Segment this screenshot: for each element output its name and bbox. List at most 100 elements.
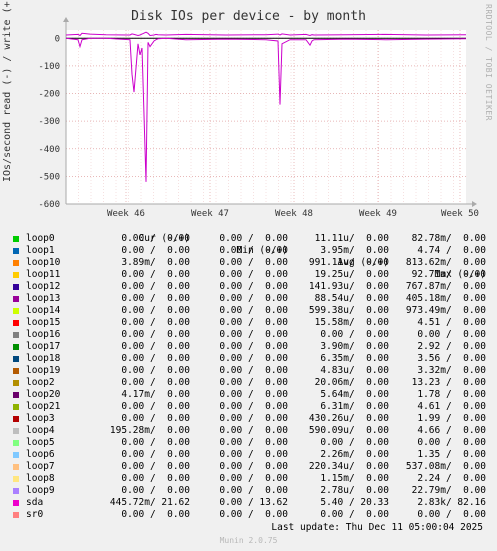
- legend-avg-value: 88.54u/ 0.00: [314, 293, 389, 304]
- legend-row: loop2 0.00 / 0.00 0.00 / 0.00 20.06m/ 0.00 1…: [12, 377, 492, 389]
- legend-swatch: [13, 320, 19, 326]
- legend-device-name: loop2: [26, 377, 55, 388]
- legend-min-value: 0.00 / 0.00: [219, 485, 288, 496]
- legend-max-value: 2.24 / 0.00: [417, 473, 486, 484]
- legend-max-value: 4.66 / 0.00: [417, 425, 486, 436]
- y-tick-label: -400: [38, 145, 60, 155]
- legend-avg-value: 6.31m/ 0.00: [320, 401, 389, 412]
- legend-device-name: loop16: [26, 329, 61, 340]
- y-tick-label: -300: [38, 117, 60, 127]
- legend-avg-value: 590.09u/ 0.00: [308, 425, 389, 436]
- legend-max-value: 4.61 / 0.00: [417, 401, 486, 412]
- legend-device-name: loop14: [26, 305, 61, 316]
- legend-device-name: loop17: [26, 341, 61, 352]
- legend-swatch: [13, 476, 19, 482]
- legend-cur-value: 0.00 / 0.00: [121, 485, 190, 496]
- legend-min-value: 0.00 / 0.00: [219, 473, 288, 484]
- legend-max-value: 0.00 / 0.00: [417, 437, 486, 448]
- x-tick-label: Week 47: [191, 209, 229, 219]
- legend-min-value: 0.00 / 0.00: [219, 353, 288, 364]
- legend-cur-value: 0.00 / 0.00: [121, 329, 190, 340]
- legend-device-name: loop0: [26, 233, 55, 244]
- legend-row: sr0 0.00 / 0.00 0.00 / 0.00 0.00 / 0.00 0.00…: [12, 509, 492, 521]
- munin-version-footer: Munin 2.0.75: [219, 536, 278, 545]
- legend-avg-value: 220.34u/ 0.00: [308, 461, 389, 472]
- legend-device-name: loop21: [26, 401, 61, 412]
- legend-device-name: sda: [26, 497, 44, 508]
- legend-row: loop15 0.00 / 0.00 0.00 / 0.00 15.58m/ 0.00…: [12, 317, 492, 329]
- legend-max-value: 0.00 / 0.00: [417, 329, 486, 340]
- legend-min-value: 0.00 / 0.00: [219, 245, 288, 256]
- legend-avg-value: 0.00 / 0.00: [320, 509, 389, 520]
- legend-row: loop10 3.89m/ 0.00 0.00 / 0.00 991.11u/ 0.0…: [12, 257, 492, 269]
- legend-avg-value: 141.93u/ 0.00: [308, 281, 389, 292]
- legend-header: Cur (-/+) Min (-/+) Avg (-/+) Max (-/+): [12, 221, 492, 280]
- legend-device-name: loop1: [26, 245, 55, 256]
- legend-cur-value: 0.00 / 0.00: [121, 293, 190, 304]
- legend-swatch: [13, 380, 19, 386]
- legend-device-name: loop20: [26, 389, 61, 400]
- legend-avg-value: 991.11u/ 0.00: [308, 257, 389, 268]
- legend-cur-value: 0.00 / 0.00: [121, 437, 190, 448]
- legend-min-value: 0.00 / 0.00: [219, 437, 288, 448]
- x-tick-label: Week 50: [441, 209, 479, 219]
- legend-cur-value: 0.00 / 0.00: [121, 461, 190, 472]
- legend-device-name: loop5: [26, 437, 55, 448]
- legend-swatch: [13, 332, 19, 338]
- legend-row: loop7 0.00 / 0.00 0.00 / 0.00 220.34u/ 0.00…: [12, 461, 492, 473]
- legend-device-name: loop18: [26, 353, 61, 364]
- legend-min-value: 0.00 / 13.62: [219, 497, 288, 508]
- legend-swatch: [13, 368, 19, 374]
- legend-row: loop6 0.00 / 0.00 0.00 / 0.00 2.26m/ 0.00 1.…: [12, 449, 492, 461]
- legend-min-value: 0.00 / 0.00: [219, 389, 288, 400]
- legend-swatch: [13, 356, 19, 362]
- legend-cur-value: 0.00 / 0.00: [121, 377, 190, 388]
- legend-max-value: 1.35 / 0.00: [417, 449, 486, 460]
- legend-row: loop1 0.00 / 0.00 0.00 / 0.00 3.95m/ 0.00 4.…: [12, 245, 492, 257]
- legend-cur-value: 0.00 / 0.00: [121, 365, 190, 376]
- legend-swatch: [13, 260, 19, 266]
- legend-row: sda 445.72m/ 21.62 0.00 / 13.62 5.40 / 20.3…: [12, 497, 492, 509]
- legend-cur-value: 195.28m/ 0.00: [109, 425, 190, 436]
- legend-swatch: [13, 500, 19, 506]
- legend-max-value: 13.23 / 0.00: [411, 377, 486, 388]
- legend-device-name: sr0: [26, 509, 44, 520]
- legend-row: loop21 0.00 / 0.00 0.00 / 0.00 6.31m/ 0.00 4…: [12, 401, 492, 413]
- legend-min-value: 0.00 / 0.00: [219, 269, 288, 280]
- x-tick-label: Week 48: [275, 209, 313, 219]
- legend-max-value: 2.83k/ 82.16: [417, 497, 486, 508]
- legend-device-name: loop13: [26, 293, 61, 304]
- legend-device-name: loop9: [26, 485, 55, 496]
- legend-row: loop13 0.00 / 0.00 0.00 / 0.00 88.54u/ 0.00…: [12, 293, 492, 305]
- legend-swatch: [13, 272, 19, 278]
- legend-min-value: 0.00 / 0.00: [219, 377, 288, 388]
- legend-device-name: loop11: [26, 269, 61, 280]
- legend-cur-value: 0.00 / 0.00: [121, 317, 190, 328]
- legend-min-value: 0.00 / 0.00: [219, 293, 288, 304]
- legend-max-value: 82.78m/ 0.00: [411, 233, 486, 244]
- legend-avg-value: 19.25u/ 0.00: [314, 269, 389, 280]
- legend-avg-value: 3.95m/ 0.00: [320, 245, 389, 256]
- legend-min-value: 0.00 / 0.00: [219, 509, 288, 520]
- legend-min-value: 0.00 / 0.00: [219, 233, 288, 244]
- legend-avg-value: 2.26m/ 0.00: [320, 449, 389, 460]
- legend-row: loop0 0.00 / 0.00 0.00 / 0.00 11.11u/ 0.00 8…: [12, 233, 492, 245]
- legend-swatch: [13, 452, 19, 458]
- legend-cur-value: 0.00 / 0.00: [121, 509, 190, 520]
- x-tick-label: Week 49: [359, 209, 397, 219]
- legend-row: loop11 0.00 / 0.00 0.00 / 0.00 19.25u/ 0.00…: [12, 269, 492, 281]
- legend-max-value: 537.08m/ 0.00: [405, 461, 486, 472]
- legend-row: loop16 0.00 / 0.00 0.00 / 0.00 0.00 / 0.00 0…: [12, 329, 492, 341]
- y-tick-label: -500: [38, 172, 60, 182]
- legend-swatch: [13, 440, 19, 446]
- legend-device-name: loop4: [26, 425, 55, 436]
- legend-max-value: 4.74 / 0.00: [417, 245, 486, 256]
- legend-device-name: loop6: [26, 449, 55, 460]
- legend-cur-value: 0.00 / 0.00: [121, 245, 190, 256]
- legend-row: loop19 0.00 / 0.00 0.00 / 0.00 4.83u/ 0.00 3…: [12, 365, 492, 377]
- legend-table: Cur (-/+) Min (-/+) Avg (-/+) Max (-/+) …: [12, 221, 492, 521]
- legend-cur-value: 4.17m/ 0.00: [121, 389, 190, 400]
- legend-min-value: 0.00 / 0.00: [219, 425, 288, 436]
- legend-max-value: 973.49m/ 0.00: [405, 305, 486, 316]
- legend-max-value: 4.51 / 0.00: [417, 317, 486, 328]
